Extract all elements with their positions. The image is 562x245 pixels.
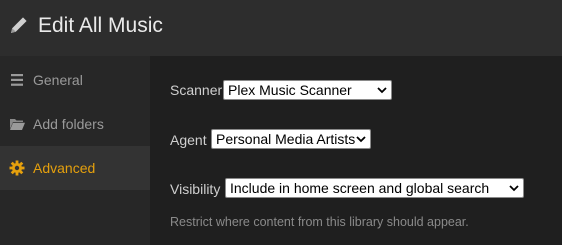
folder-icon (10, 119, 25, 130)
list-icon (11, 74, 23, 86)
visibility-hint: Restrict where content from this library… (170, 215, 469, 229)
pencil-icon (11, 17, 27, 33)
agent-label: Agent (170, 132, 207, 148)
sidebar-item-label: Advanced (33, 160, 96, 176)
chevron-down-icon (377, 87, 387, 94)
edit-library-dialog: Edit All Music General Add folders Advan… (0, 0, 562, 245)
gear-icon (9, 160, 25, 176)
chevron-down-icon (509, 185, 519, 192)
scanner-label: Scanner (170, 82, 223, 98)
dialog-title: Edit All Music (38, 14, 163, 37)
scanner-select-value: Plex Music Scanner (228, 82, 352, 98)
sidebar-item-label: General (33, 72, 83, 88)
sidebar-item-advanced[interactable]: Advanced (0, 146, 150, 190)
sidebar-item-label: Add folders (33, 116, 104, 132)
visibility-label: Visibility (170, 181, 221, 197)
sidebar-item-add-folders[interactable]: Add folders (0, 102, 150, 146)
chevron-down-icon (356, 136, 366, 143)
dialog-header: Edit All Music (0, 0, 562, 56)
settings-sidebar: General Add folders Advanced (0, 56, 150, 245)
agent-select-value: Personal Media Artists (216, 131, 356, 147)
visibility-select-value: Include in home screen and global search (230, 180, 490, 196)
scanner-select[interactable]: Plex Music Scanner (223, 80, 392, 100)
agent-select[interactable]: Personal Media Artists (211, 129, 371, 149)
sidebar-item-general[interactable]: General (0, 58, 150, 102)
advanced-settings-panel: Scanner Plex Music Scanner Agent Persona… (150, 56, 562, 245)
visibility-select[interactable]: Include in home screen and global search (225, 178, 524, 198)
